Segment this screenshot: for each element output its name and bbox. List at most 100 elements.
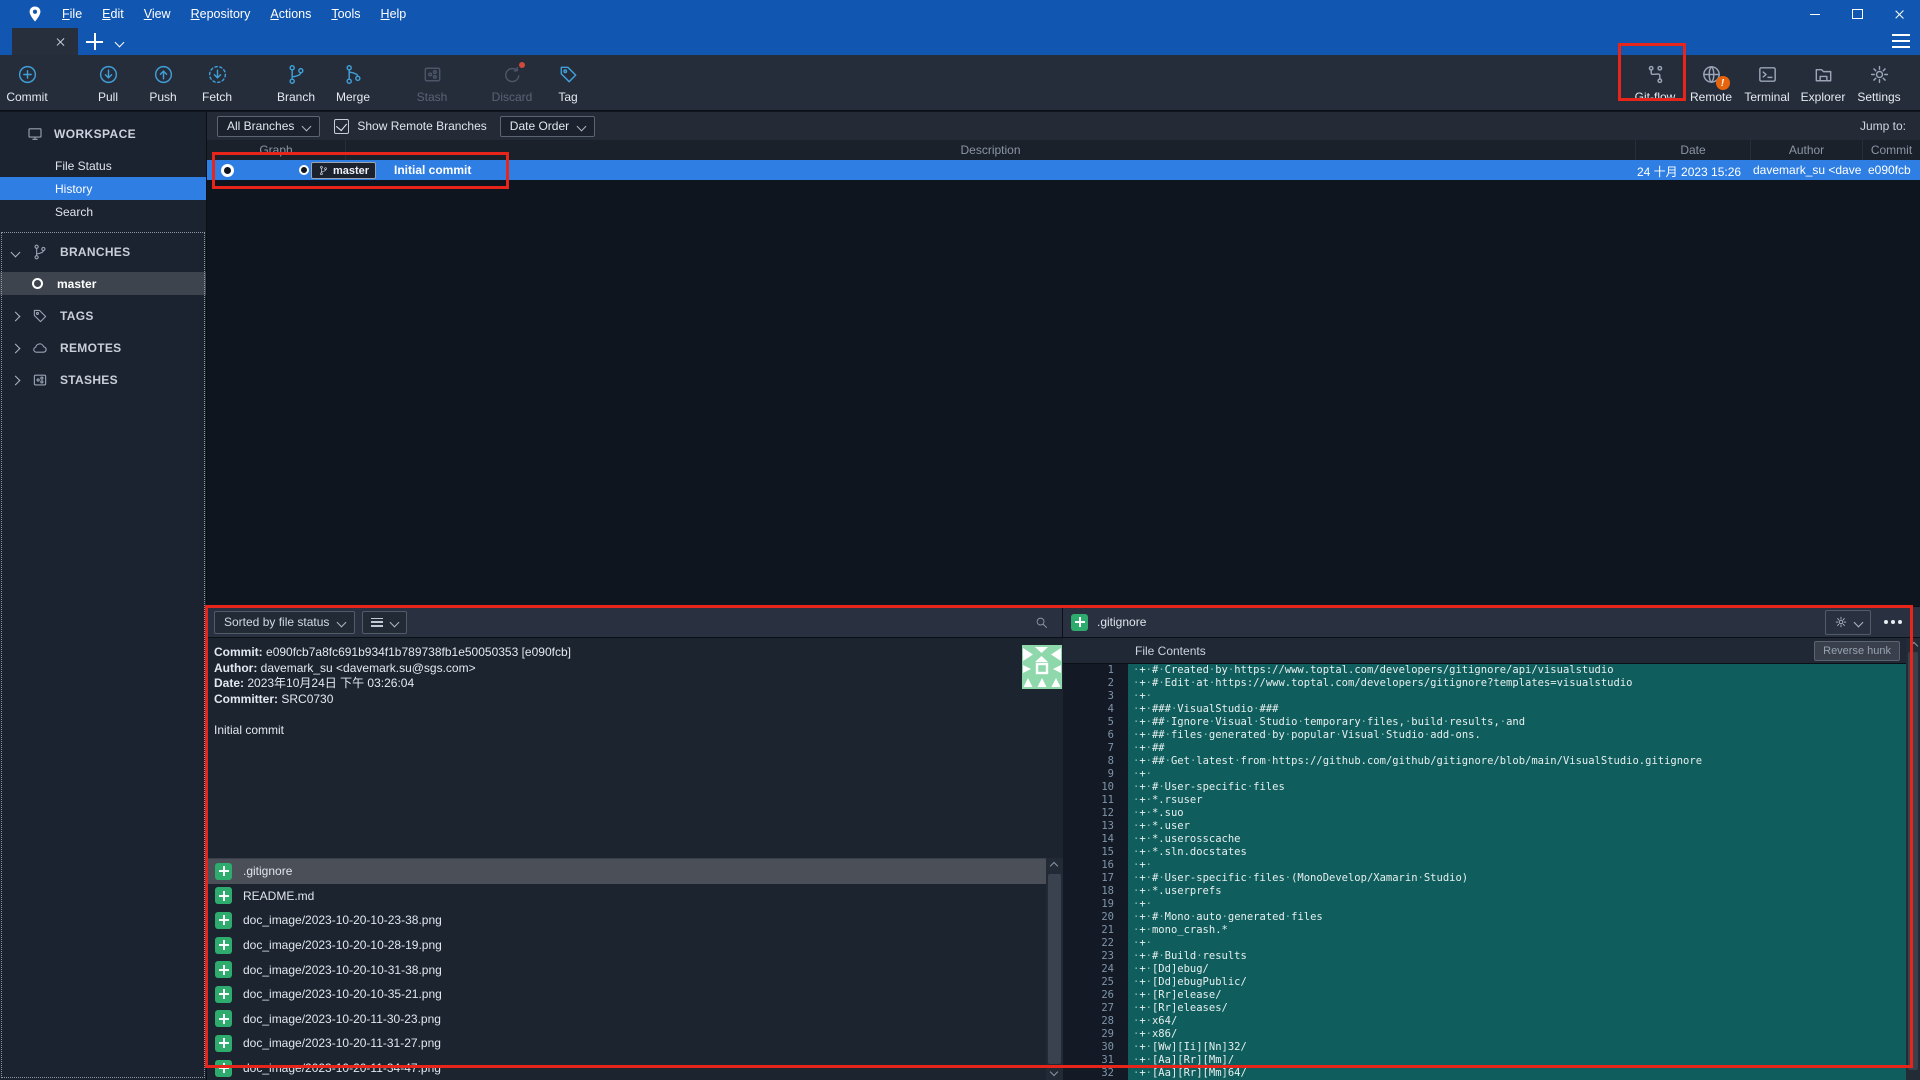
- graph-node-icon: [299, 165, 309, 175]
- sidebar-section-tags[interactable]: TAGS: [0, 304, 206, 328]
- file-row[interactable]: doc_image/2023-10-20-10-28-19.png: [207, 933, 1046, 958]
- chevron-right-icon[interactable]: [11, 311, 21, 321]
- file-name: doc_image/2023-10-20-11-34-47.png: [243, 1061, 441, 1075]
- toolbar-button-label: Branch: [277, 90, 315, 104]
- sidebar-item-file-status[interactable]: File Status: [0, 154, 206, 177]
- line-number: 22: [1063, 937, 1128, 950]
- branch-bullet-icon: [32, 278, 43, 289]
- column-header-date[interactable]: Date: [1635, 140, 1750, 160]
- maximize-icon: [1852, 9, 1863, 19]
- toolbar-fetch-button[interactable]: Fetch: [190, 61, 244, 104]
- commit-hash: e090fcb: [1868, 163, 1920, 177]
- sidebar-item-search[interactable]: Search: [0, 200, 206, 223]
- file-name: doc_image/2023-10-20-10-31-38.png: [243, 963, 442, 977]
- diff-scrollbar[interactable]: [1906, 638, 1920, 1080]
- toolbar-explorer-button[interactable]: Explorer: [1796, 61, 1850, 104]
- show-remote-checkbox[interactable]: [334, 119, 349, 134]
- line-number: 28: [1063, 1015, 1128, 1028]
- discard-icon: [501, 61, 524, 88]
- chevron-down-icon[interactable]: [11, 247, 21, 257]
- toolbar-button-label: Merge: [336, 90, 370, 104]
- toolbar-branch-button[interactable]: Branch: [269, 61, 323, 104]
- toolbar-remote-button[interactable]: !Remote: [1684, 61, 1738, 104]
- toolbar-button-label: Tag: [558, 90, 577, 104]
- file-row[interactable]: doc_image/2023-10-20-10-23-38.png: [207, 908, 1046, 933]
- order-filter-dropdown[interactable]: Date Order: [500, 116, 595, 137]
- search-icon[interactable]: [1034, 615, 1049, 630]
- diff-line-text: ·+·: [1128, 690, 1906, 703]
- sidebar-item-master[interactable]: master: [0, 272, 206, 295]
- chevron-down-icon: [302, 121, 312, 131]
- column-header-commit[interactable]: Commit: [1862, 140, 1920, 160]
- toolbar-merge-button[interactable]: Merge: [326, 61, 380, 104]
- diff-line: 6·+·##·files·generated·by·popular·Visual…: [1063, 729, 1906, 742]
- minimize-button[interactable]: [1794, 0, 1836, 28]
- master-label: master: [57, 277, 96, 291]
- commit-date: 24 十月 2023 15:26: [1637, 163, 1753, 180]
- diff-line-text: ·+·*.suo: [1128, 807, 1906, 820]
- chevron-right-icon[interactable]: [11, 375, 21, 385]
- sidebar-section-stashes[interactable]: STASHES: [0, 368, 206, 392]
- close-button[interactable]: [1878, 0, 1920, 28]
- toolbar-button-label: Remote: [1690, 90, 1732, 104]
- sidebar-section-remotes[interactable]: REMOTES: [0, 336, 206, 360]
- scroll-up-icon[interactable]: [1050, 862, 1058, 870]
- diff-line: 15·+·*.sln.docstates: [1063, 846, 1906, 859]
- toolbar-tag-button[interactable]: Tag: [541, 61, 595, 104]
- scrollbar-thumb[interactable]: [1048, 874, 1061, 1064]
- sort-dropdown[interactable]: Sorted by file status: [214, 611, 355, 634]
- branches-label: BRANCHES: [60, 245, 130, 259]
- menu-edit[interactable]: Edit: [92, 7, 134, 21]
- more-options-button[interactable]: [1884, 620, 1902, 624]
- line-number: 10: [1063, 781, 1128, 794]
- file-row[interactable]: doc_image/2023-10-20-11-30-23.png: [207, 1007, 1046, 1032]
- diff-settings-dropdown[interactable]: [1825, 610, 1871, 635]
- toolbar-push-button[interactable]: Push: [136, 61, 190, 104]
- toolbar-settings-button[interactable]: Settings: [1852, 61, 1906, 104]
- file-row[interactable]: doc_image/2023-10-20-11-34-47.png: [207, 1056, 1046, 1080]
- line-number: 7: [1063, 742, 1128, 755]
- view-options-dropdown[interactable]: [362, 611, 407, 634]
- repository-tab[interactable]: [12, 28, 78, 55]
- commit-plus-icon: [16, 61, 39, 88]
- toolbar-terminal-button[interactable]: Terminal: [1740, 61, 1794, 104]
- toolbar-button-label: Terminal: [1744, 90, 1789, 104]
- file-row[interactable]: README.md: [207, 884, 1046, 909]
- menu-file[interactable]: File: [52, 7, 92, 21]
- column-header-description[interactable]: Description: [345, 140, 1635, 160]
- menu-repository[interactable]: Repository: [181, 7, 261, 21]
- branch-filter-dropdown[interactable]: All Branches: [217, 116, 320, 137]
- maximize-button[interactable]: [1836, 0, 1878, 28]
- file-row[interactable]: doc_image/2023-10-20-11-31-27.png: [207, 1031, 1046, 1056]
- line-number: 19: [1063, 898, 1128, 911]
- menu-help[interactable]: Help: [371, 7, 417, 21]
- scrollbar-thumb[interactable]: [1908, 652, 1918, 1070]
- scroll-up-icon[interactable]: [1910, 642, 1918, 650]
- toolbar-pull-button[interactable]: Pull: [81, 61, 135, 104]
- column-header-author[interactable]: Author: [1750, 140, 1862, 160]
- tab-dropdown-icon[interactable]: [115, 38, 125, 48]
- sidebar-section-branches[interactable]: BRANCHES: [0, 240, 206, 264]
- menu-view[interactable]: View: [134, 7, 181, 21]
- commit-row[interactable]: master Initial commit 24 十月 2023 15:26 d…: [207, 160, 1920, 180]
- toolbar-button-label: Stash: [417, 90, 448, 104]
- diff-line-text: ·+·[Rr]eleases/: [1128, 1002, 1906, 1015]
- file-list-scrollbar[interactable]: [1046, 858, 1063, 1080]
- line-number: 4: [1063, 703, 1128, 716]
- chevron-right-icon[interactable]: [11, 343, 21, 353]
- file-row[interactable]: doc_image/2023-10-20-10-31-38.png: [207, 957, 1046, 982]
- tab-close-icon[interactable]: [55, 37, 65, 47]
- menu-tools[interactable]: Tools: [321, 7, 370, 21]
- scroll-down-icon[interactable]: [1050, 1068, 1058, 1076]
- diff-line-text: ·+·mono_crash.*: [1128, 924, 1906, 937]
- file-row[interactable]: doc_image/2023-10-20-10-35-21.png: [207, 982, 1046, 1007]
- hamburger-menu-icon[interactable]: [1892, 34, 1910, 48]
- toolbar-commit-button[interactable]: Commit: [0, 61, 54, 104]
- menu-actions[interactable]: Actions: [260, 7, 321, 21]
- sidebar-item-history[interactable]: History: [0, 177, 206, 200]
- file-row[interactable]: .gitignore: [207, 859, 1046, 884]
- toolbar-git-flow-button[interactable]: Git-flow: [1628, 61, 1682, 104]
- column-header-graph[interactable]: Graph: [207, 140, 345, 160]
- line-number: 25: [1063, 976, 1128, 989]
- new-tab-button[interactable]: [86, 33, 103, 50]
